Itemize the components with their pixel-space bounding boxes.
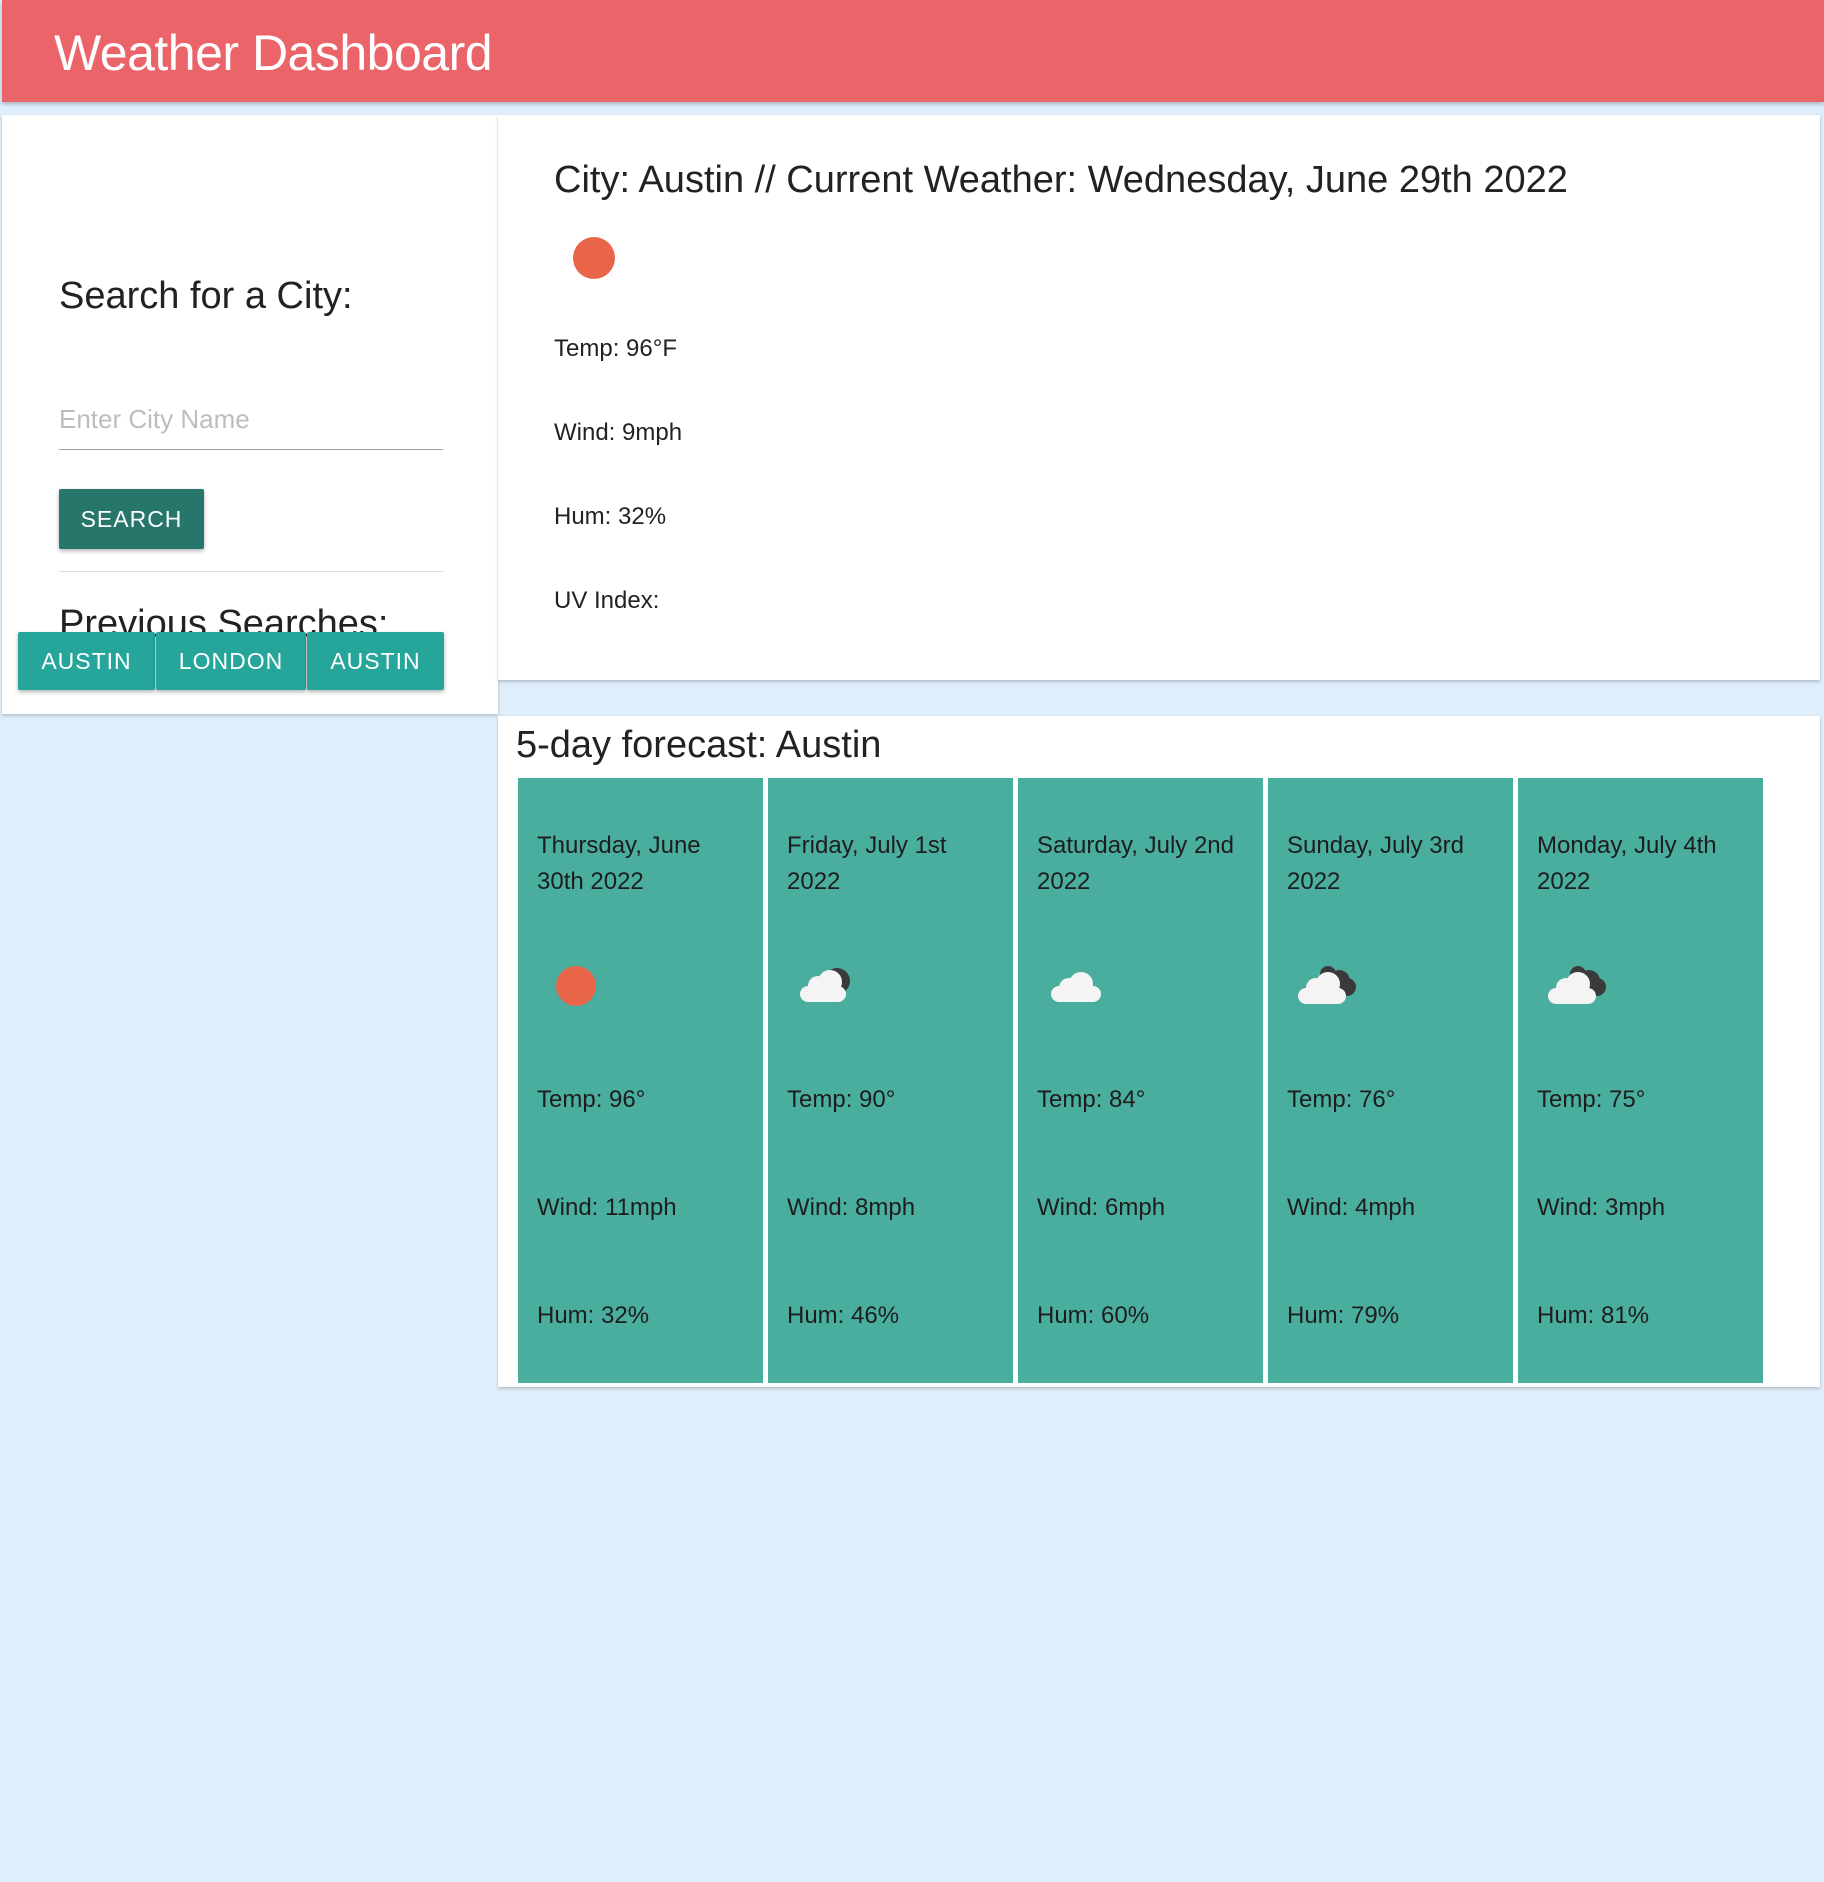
- forecast-date: Monday, July 4th 2022: [1537, 832, 1717, 895]
- forecast-card: Saturday, July 2nd 2022 Temp: 84° Wind: …: [1018, 778, 1263, 1383]
- forecast-humidity: Hum: 32%: [537, 1302, 650, 1329]
- sun-icon: [556, 966, 596, 1006]
- current-uv-index: UV Index:: [554, 587, 660, 614]
- forecast-wind: Wind: 8mph: [787, 1194, 916, 1221]
- forecast-temp: Temp: 90°: [787, 1086, 896, 1113]
- forecast-temp: Temp: 84°: [1037, 1086, 1146, 1113]
- forecast-card: Sunday, July 3rd 2022 Temp: 76° Wind: 4m…: [1268, 778, 1513, 1383]
- search-button[interactable]: SEARCH: [59, 489, 204, 549]
- forecast-wind: Wind: 11mph: [537, 1194, 677, 1221]
- forecast-card: Monday, July 4th 2022 Temp: 75° Wind: 3m…: [1518, 778, 1763, 1383]
- forecast-heading: 5-day forecast: Austin: [516, 724, 882, 766]
- current-weather-heading: City: Austin // Current Weather: Wednesd…: [554, 159, 1568, 201]
- forecast-date: Saturday, July 2nd 2022: [1037, 832, 1235, 895]
- broken-clouds-icon: [1548, 964, 1608, 1008]
- current-weather-panel: City: Austin // Current Weather: Wednesd…: [498, 115, 1820, 680]
- forecast-temp: Temp: 96°: [537, 1086, 646, 1113]
- forecast-card: Thursday, June 30th 2022 Temp: 96° Wind:…: [518, 778, 763, 1383]
- city-search-input[interactable]: [59, 390, 443, 450]
- forecast-panel: 5-day forecast: Austin Thursday, June 30…: [498, 716, 1820, 1387]
- previous-searches-list: AUSTIN LONDON AUSTIN: [18, 632, 445, 690]
- app-title: Weather Dashboard: [54, 25, 493, 81]
- forecast-wind: Wind: 4mph: [1287, 1194, 1416, 1221]
- broken-clouds-icon: [1298, 964, 1358, 1008]
- search-heading: Search for a City:: [59, 275, 353, 317]
- forecast-card: Friday, July 1st 2022 Temp: 90° Wind: 8m…: [768, 778, 1013, 1383]
- forecast-humidity: Hum: 79%: [1287, 1302, 1400, 1329]
- current-wind: Wind: 9mph: [554, 419, 683, 446]
- forecast-temp: Temp: 76°: [1287, 1086, 1396, 1113]
- forecast-date: Thursday, June 30th 2022: [537, 832, 701, 895]
- app-header: Weather Dashboard: [2, 0, 1824, 102]
- current-humidity: Hum: 32%: [554, 503, 667, 530]
- forecast-wind: Wind: 3mph: [1537, 1194, 1666, 1221]
- divider: [59, 571, 443, 572]
- forecast-humidity: Hum: 46%: [787, 1302, 900, 1329]
- forecast-grid: Thursday, June 30th 2022 Temp: 96° Wind:…: [518, 778, 1768, 1383]
- search-panel: Search for a City: SEARCH Previous Searc…: [2, 115, 498, 714]
- forecast-temp: Temp: 75°: [1537, 1086, 1646, 1113]
- current-temp: Temp: 96°F: [554, 335, 677, 362]
- sun-icon: [573, 237, 615, 279]
- cloud-icon: [1051, 970, 1103, 1004]
- forecast-humidity: Hum: 81%: [1537, 1302, 1650, 1329]
- forecast-humidity: Hum: 60%: [1037, 1302, 1150, 1329]
- history-button-austin[interactable]: AUSTIN: [18, 632, 155, 690]
- forecast-date: Sunday, July 3rd 2022: [1287, 832, 1464, 895]
- forecast-wind: Wind: 6mph: [1037, 1194, 1166, 1221]
- partly-cloudy-icon: [800, 966, 856, 1006]
- history-button-austin-2[interactable]: AUSTIN: [307, 632, 444, 690]
- history-button-london[interactable]: LONDON: [156, 632, 306, 690]
- forecast-date: Friday, July 1st 2022: [787, 832, 947, 895]
